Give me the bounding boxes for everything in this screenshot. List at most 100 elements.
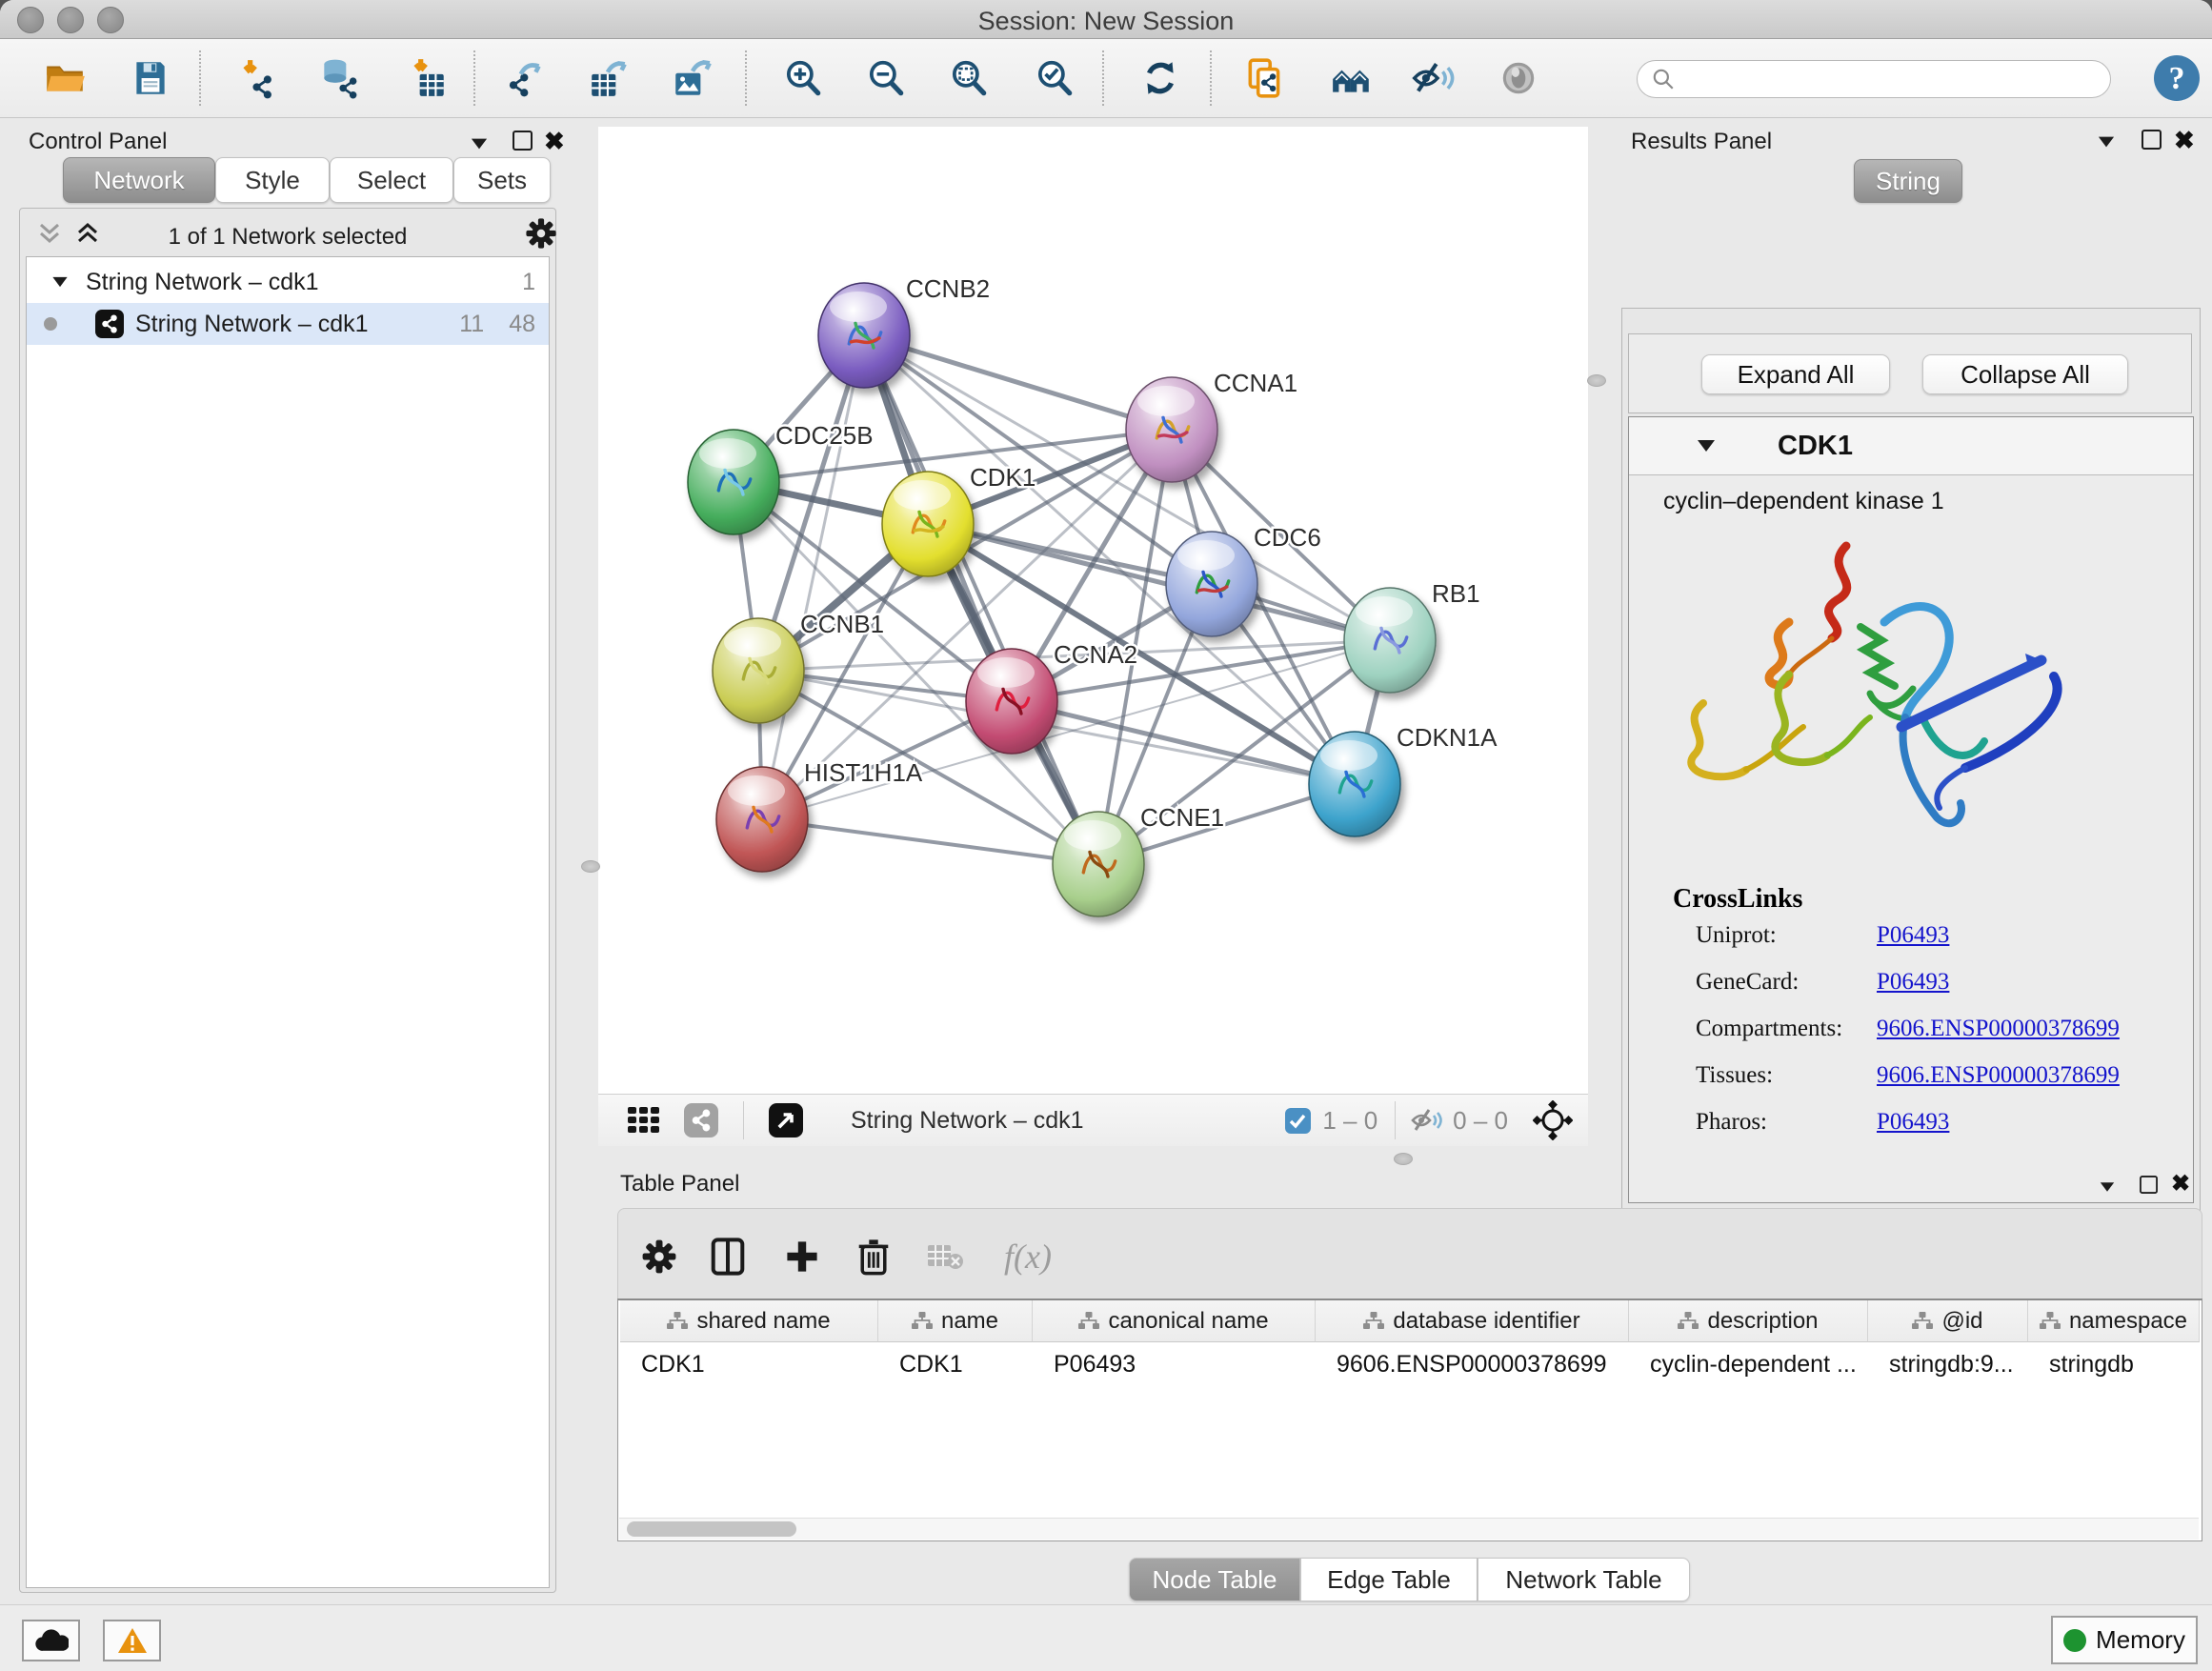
crosslink-value[interactable]: 9606.ENSP00000378699 [1877,1062,2120,1089]
protein-structure-image [1646,532,2142,856]
show-hide-graphics-button[interactable] [1408,52,1459,104]
panel-float-icon[interactable] [2142,130,2162,150]
tab-network-table[interactable]: Network Table [1478,1558,1690,1601]
network-view-share-icon[interactable] [684,1103,718,1137]
column-header-namespace[interactable]: namespace [2028,1300,2200,1342]
open-session-button[interactable] [39,52,90,104]
search-input[interactable] [1676,65,2080,93]
selected-checkbox-icon[interactable] [1285,1108,1311,1134]
panel-close-icon[interactable]: ✖ [544,129,565,153]
protein-section-header[interactable]: CDK1 [1629,417,2193,475]
network-node[interactable]: HIST1H1A [716,758,923,872]
crosslink-value[interactable]: P06493 [1877,1109,1949,1136]
select-columns-button[interactable] [701,1230,754,1283]
table-cell[interactable]: 9606.ENSP00000378699 [1316,1343,1629,1385]
network-edge[interactable] [762,819,1098,864]
panel-float-icon[interactable] [2140,1176,2158,1194]
section-collapse-icon[interactable] [1698,440,1715,452]
zoom-out-button[interactable] [860,52,912,104]
left-splitter-handle[interactable] [581,860,600,873]
zoom-in-button[interactable] [777,52,829,104]
panel-close-icon[interactable]: ✖ [2174,128,2195,152]
save-session-button[interactable] [125,52,176,104]
expand-all-button[interactable]: Expand All [1701,354,1890,394]
delete-column-button[interactable] [847,1230,900,1283]
column-header-description[interactable]: description [1629,1300,1868,1342]
clone-network-button[interactable] [1239,52,1291,104]
network-edge[interactable] [864,335,1172,430]
export-image-icon [671,56,714,100]
network-canvas[interactable]: CCNB2CCNA1CDC25BCDK1CDC6RB1CCNB1CCNA2CDK… [598,127,1588,1094]
tab-network[interactable]: Network [63,157,215,203]
network-options-gear-icon[interactable] [525,217,557,250]
cloud-button[interactable] [22,1620,80,1661]
network-edge[interactable] [762,335,864,819]
crosslink-value[interactable]: P06493 [1877,922,1949,949]
tab-node-table[interactable]: Node Table [1129,1558,1300,1601]
right-splitter-handle[interactable] [1587,374,1606,387]
table-cell[interactable]: CDK1 [878,1343,1033,1385]
panel-float-icon[interactable] [513,131,533,151]
detach-view-icon[interactable] [769,1103,803,1137]
grid-view-icon[interactable] [627,1103,661,1137]
import-table-button[interactable] [402,52,453,104]
tab-edge-table[interactable]: Edge Table [1300,1558,1478,1601]
table-cell[interactable]: stringdb [2028,1343,2200,1385]
enrichment-preview-button[interactable] [1493,52,1544,104]
network-row-selected[interactable]: String Network – cdk1 11 48 [27,303,549,345]
network-edge-count: 48 [509,311,535,338]
collapse-all-button[interactable]: Collapse All [1922,354,2128,394]
table-cell[interactable]: stringdb:9... [1868,1343,2028,1385]
panel-menu-icon[interactable] [2101,1182,2114,1192]
network-node[interactable]: CCNA1 [1126,369,1297,482]
birdseye-crosshair-icon[interactable] [1533,1100,1573,1140]
import-network-file-button[interactable] [232,52,284,104]
table-cell[interactable]: P06493 [1033,1343,1316,1385]
panel-menu-icon[interactable] [2099,137,2114,148]
clear-table-button[interactable] [918,1230,972,1283]
column-header-label: namespace [2069,1308,2187,1335]
table-cell[interactable]: CDK1 [620,1343,878,1385]
crosslink-value[interactable]: P06493 [1877,969,1949,996]
network-node[interactable]: CCNE1 [1053,803,1224,916]
crosslink-value[interactable]: 9606.ENSP00000378699 [1877,1016,2120,1042]
zoom-in-icon [781,56,825,100]
panel-menu-icon[interactable] [472,139,487,150]
zoom-selected-button[interactable] [1029,52,1080,104]
expand-collapse-box: Expand All Collapse All [1628,333,2192,413]
export-network-button[interactable] [501,52,553,104]
add-column-button[interactable] [775,1230,829,1283]
panel-close-icon[interactable]: ✖ [2171,1173,2190,1196]
scrollbar-thumb[interactable] [627,1521,796,1537]
import-network-database-button[interactable] [313,52,365,104]
column-header-shared-name[interactable]: shared name [620,1300,878,1342]
zoom-fit-button[interactable] [943,52,995,104]
help-button[interactable]: ? [2151,52,2202,104]
column-header-database-identifier[interactable]: database identifier [1316,1300,1629,1342]
column-header-name[interactable]: name [878,1300,1033,1342]
horizontal-scrollbar[interactable] [619,1518,2199,1540]
table-cell[interactable]: cyclin-dependent ... [1629,1343,1868,1385]
function-builder-button[interactable]: f(x) [990,1230,1066,1283]
export-table-button[interactable] [584,52,635,104]
network-graph[interactable]: CCNB2CCNA1CDC25BCDK1CDC6RB1CCNB1CCNA2CDK… [598,127,1588,1094]
network-collection-row[interactable]: String Network – cdk1 1 [27,261,549,303]
memory-button[interactable]: Memory [2051,1616,2198,1664]
column-header-canonical-name[interactable]: canonical name [1033,1300,1316,1342]
tab-select[interactable]: Select [330,157,453,203]
tab-sets[interactable]: Sets [453,157,551,203]
collection-expand-icon[interactable] [52,277,67,287]
network-node[interactable]: CDKN1A [1309,723,1498,836]
export-image-button[interactable] [667,52,718,104]
tab-string[interactable]: String [1854,159,1962,203]
table-settings-button[interactable] [633,1230,686,1283]
network-collection-box: 1 of 1 Network selected String Network –… [19,208,556,1593]
tab-style[interactable]: Style [215,157,330,203]
apply-layout-button[interactable] [1135,52,1186,104]
network-node[interactable]: CDK1 [882,463,1036,576]
network-node[interactable]: RB1 [1344,579,1480,693]
network-node-count: 11 [459,311,484,338]
string-home-button[interactable] [1326,52,1377,104]
column-header--id[interactable]: @id [1868,1300,2028,1342]
warnings-button[interactable] [103,1620,161,1661]
